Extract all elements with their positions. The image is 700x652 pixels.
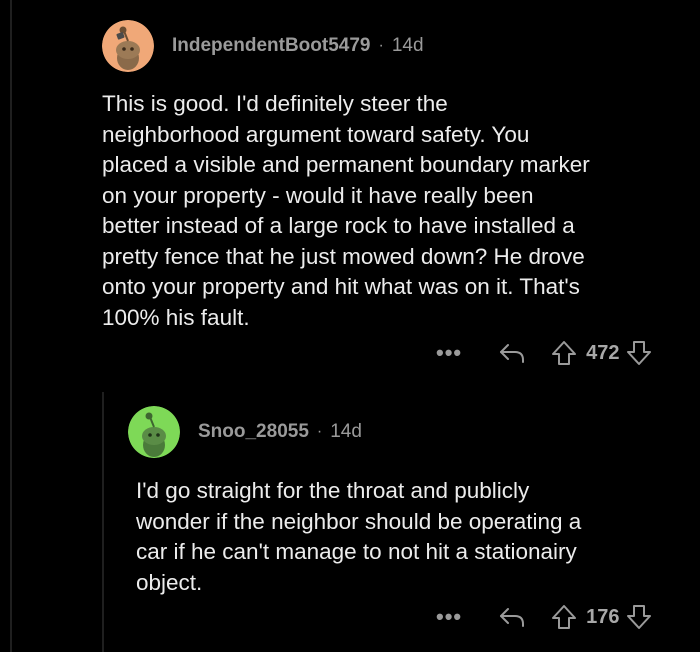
snoo-avatar-icon (128, 406, 180, 458)
more-options-button[interactable]: ••• (436, 342, 462, 364)
comment-line: neighborhood argument toward safety. You (102, 121, 530, 147)
comment-line: wonder if the neighbor should be operati… (136, 508, 582, 534)
comment-line: pretty fence that he just mowed down? He… (102, 243, 585, 269)
meta-separator: · (378, 37, 384, 54)
more-options-button[interactable]: ••• (436, 606, 462, 628)
comment-age: 14d (330, 421, 362, 442)
comment-line: placed a visible and permanent boundary … (102, 152, 590, 177)
reply-icon[interactable] (498, 605, 526, 629)
comment-meta: IndependentBoot5479 · 14d (172, 35, 424, 57)
downvote-icon[interactable] (625, 604, 653, 630)
comment-body: I'd go straight for the throat and publi… (136, 476, 688, 598)
avatar[interactable] (102, 20, 154, 72)
snoo-avatar-icon (102, 20, 154, 72)
avatar[interactable] (128, 406, 180, 458)
upvote-icon[interactable] (550, 340, 578, 366)
thread-line-outer[interactable] (10, 0, 12, 652)
comment-body: This is good. I'd definitely steer the n… (102, 89, 692, 333)
comment-actions: ••• 472 (436, 340, 653, 366)
comment-header: Snoo_28055 · 14d (128, 406, 688, 458)
vote-score: 176 (586, 605, 620, 628)
downvote-icon[interactable] (625, 340, 653, 366)
comment-header: IndependentBoot5479 · 14d (102, 20, 692, 72)
vote-score: 472 (586, 341, 620, 364)
upvote-icon[interactable] (550, 604, 578, 630)
reply-comment: Snoo_28055 · 14d I'd go straight for the… (128, 406, 688, 598)
comment-line: object. (136, 569, 203, 595)
comment-line: onto your property and hit what was on i… (102, 274, 580, 299)
thread-line-reply[interactable] (102, 392, 104, 652)
reply-icon[interactable] (498, 341, 526, 365)
comment-line: car if he can't manage to not hit a stat… (136, 539, 577, 564)
comment-actions: ••• 176 (436, 604, 653, 630)
meta-separator: · (316, 423, 323, 440)
comment-meta: Snoo_28055 · 14d (198, 421, 362, 443)
comment-age: 14d (391, 35, 424, 56)
comment-line: on your property - would it have really … (102, 182, 534, 208)
comment-line: 100% his fault. (102, 304, 250, 330)
comment-line: I'd go straight for the throat and publi… (136, 478, 530, 503)
author-name[interactable]: IndependentBoot5479 (172, 35, 370, 57)
comment-line: better instead of a large rock to have i… (102, 213, 575, 238)
author-name[interactable]: Snoo_28055 (198, 421, 309, 443)
comment-line: This is good. I'd definitely steer the (102, 91, 448, 116)
comment: IndependentBoot5479 · 14d This is good. … (102, 20, 692, 333)
